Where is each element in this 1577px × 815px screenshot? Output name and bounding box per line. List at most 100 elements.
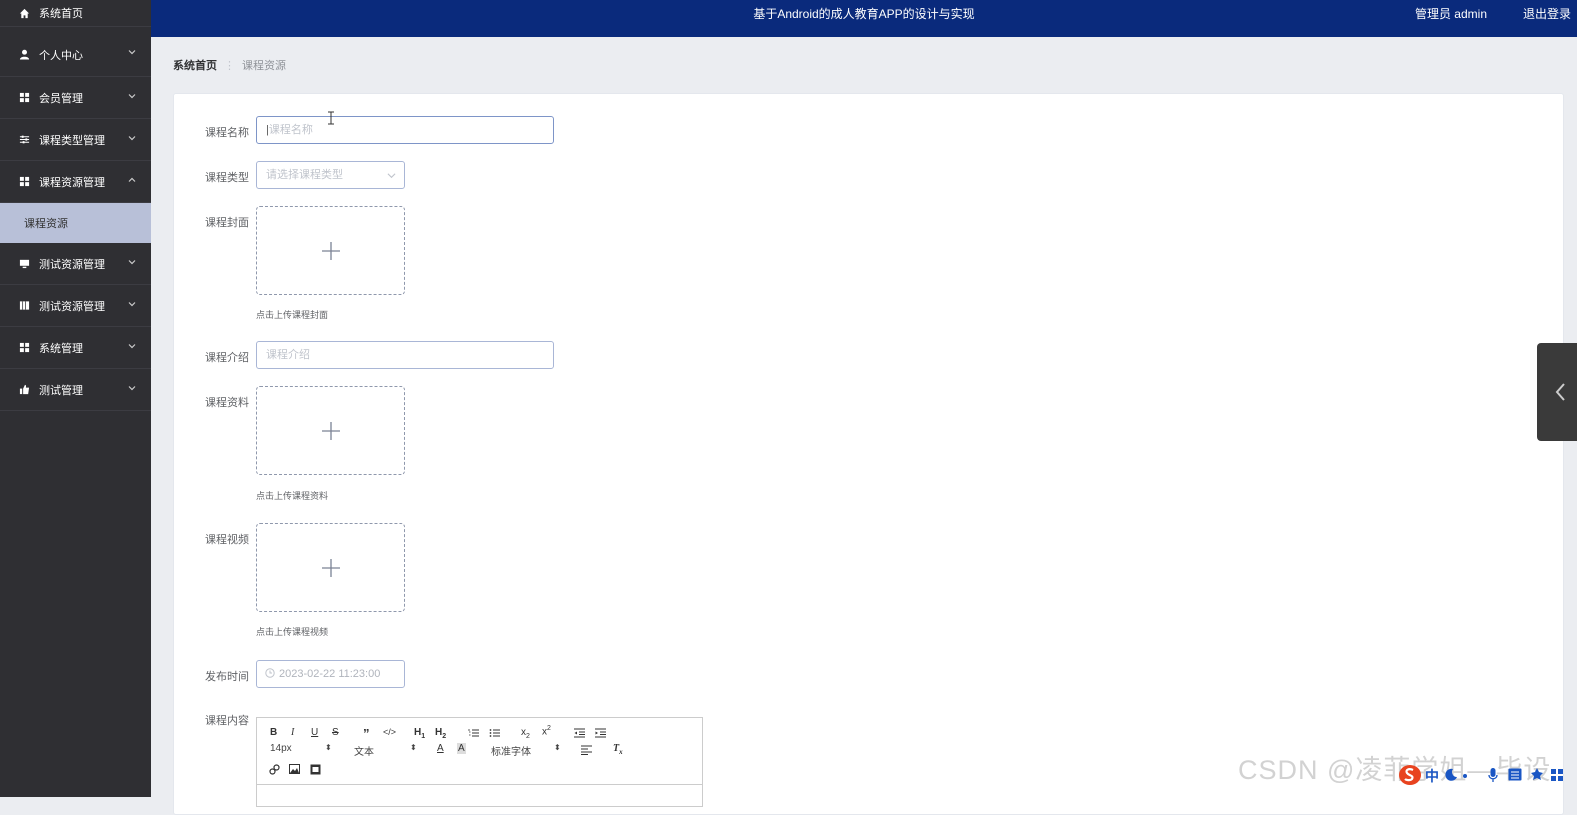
- font-color-button[interactable]: A: [437, 743, 444, 754]
- keyboard-icon[interactable]: [1508, 768, 1522, 781]
- font-family-select[interactable]: 标准字体: [491, 743, 531, 758]
- chevron-left-icon: [1555, 383, 1565, 401]
- sidebar-item-label: 测试资源管理: [39, 258, 105, 271]
- chevron-updown-icon: ⬍: [410, 743, 417, 752]
- publish-time-label: 发布时间: [205, 671, 249, 683]
- clock-icon: [265, 668, 275, 678]
- toolbox-icon[interactable]: [1550, 768, 1564, 782]
- breadcrumb-separator: ⋮: [224, 60, 235, 72]
- chevron-down-icon: [128, 260, 136, 265]
- indent-icon[interactable]: [595, 728, 606, 738]
- underline-button[interactable]: U: [311, 727, 318, 738]
- sidebar-item-label: 测试管理: [39, 384, 83, 397]
- course-name-input[interactable]: |课程名称: [256, 116, 554, 144]
- background-color-button[interactable]: A: [457, 743, 466, 754]
- breadcrumb-home[interactable]: 系统首页: [173, 60, 217, 72]
- superscript-button[interactable]: x2: [542, 725, 551, 737]
- course-intro-input[interactable]: 课程介绍: [256, 341, 554, 369]
- bullet-list-icon[interactable]: [489, 728, 500, 738]
- chevron-down-icon: [128, 136, 136, 141]
- italic-button[interactable]: I: [291, 727, 294, 738]
- sidebar-item-system[interactable]: 系统管理: [0, 327, 151, 369]
- chevron-down-icon: [128, 344, 136, 349]
- side-panel-toggle[interactable]: [1537, 343, 1577, 441]
- chevron-updown-icon: ⬍: [325, 743, 332, 752]
- sidebar-item-course-resources[interactable]: 课程资源管理: [0, 161, 151, 203]
- skin-icon[interactable]: [1530, 767, 1544, 781]
- clear-format-button[interactable]: Tx: [613, 743, 623, 756]
- course-content-label: 课程内容: [205, 715, 249, 727]
- outdent-icon[interactable]: [574, 728, 585, 738]
- course-name-placeholder: 课程名称: [268, 124, 313, 136]
- ordered-list-icon[interactable]: [468, 728, 479, 738]
- sidebar-item-home[interactable]: 系统首页: [0, 0, 151, 27]
- sidebar-item-label: 课程类型管理: [39, 134, 105, 147]
- course-video-hint: 点击上传课程视频: [256, 627, 329, 637]
- sidebar-item-test-resources[interactable]: 测试资源管理: [0, 243, 151, 285]
- strike-button[interactable]: S: [332, 727, 339, 738]
- plus-icon: [322, 559, 340, 577]
- sidebar-item-label: 系统首页: [39, 8, 83, 20]
- grid-icon: [18, 176, 30, 188]
- chevron-down-icon: [128, 94, 136, 99]
- top-bar: 基于Android的成人教育APP的设计与实现 管理员 admin 退出登录: [151, 0, 1577, 37]
- sidebar-item-course-types[interactable]: 课程类型管理: [0, 119, 151, 161]
- font-size-select[interactable]: 14px: [270, 743, 292, 754]
- sidebar-item-label: 测试资源管理: [39, 300, 105, 313]
- code-block-button[interactable]: </>: [383, 727, 396, 737]
- course-type-label: 课程类型: [205, 172, 249, 184]
- ime-mode[interactable]: 中: [1425, 766, 1439, 786]
- image-icon[interactable]: [289, 764, 300, 774]
- text-cursor-icon: [328, 111, 334, 125]
- sogou-logo-icon: [1399, 765, 1421, 785]
- header-select[interactable]: 文本: [354, 743, 374, 758]
- font-size-value: 14px: [270, 743, 292, 754]
- course-cover-upload[interactable]: [256, 206, 405, 295]
- breadcrumb: 系统首页 ⋮ 课程资源: [173, 57, 286, 73]
- video-icon[interactable]: [310, 764, 321, 775]
- blockquote-button[interactable]: ”: [363, 726, 370, 741]
- course-material-upload[interactable]: [256, 386, 405, 475]
- thumbs-up-icon: [18, 384, 30, 396]
- course-type-select[interactable]: 请选择课程类型: [256, 161, 405, 189]
- publish-time-value: 2023-02-22 11:23:00: [279, 668, 381, 680]
- sidebar: 系统首页 个人中心 会员管理 课程类型管理 课程资源管理 课程资源 测试资源管理…: [0, 0, 151, 797]
- chevron-up-icon: [128, 177, 136, 182]
- logout-button[interactable]: 退出登录: [1523, 0, 1571, 28]
- align-icon[interactable]: [581, 745, 592, 755]
- chevron-updown-icon: ⬍: [554, 743, 561, 752]
- publish-time-picker[interactable]: 2023-02-22 11:23:00: [256, 660, 405, 688]
- bold-button[interactable]: B: [270, 727, 277, 738]
- punctuation-icon[interactable]: [1462, 773, 1470, 781]
- editor-divider: [257, 784, 702, 785]
- heading-2-button[interactable]: H2: [435, 727, 446, 740]
- course-intro-placeholder: 课程介绍: [266, 349, 310, 361]
- moon-icon[interactable]: [1444, 768, 1458, 782]
- current-user: 管理员 admin: [1414, 7, 1487, 21]
- sidebar-item-label: 系统管理: [39, 342, 83, 355]
- subscript-button[interactable]: x2: [521, 727, 530, 740]
- course-video-upload[interactable]: [256, 523, 405, 612]
- sidebar-subitem-course-resource[interactable]: 课程资源: [0, 203, 151, 243]
- user-icon: [18, 49, 30, 61]
- sidebar-item-label: 课程资源管理: [39, 176, 105, 189]
- sidebar-item-tests[interactable]: 测试管理: [0, 369, 151, 411]
- course-name-label: 课程名称: [205, 127, 249, 139]
- sidebar-item-personal[interactable]: 个人中心: [0, 27, 151, 77]
- sidebar-item-members[interactable]: 会员管理: [0, 77, 151, 119]
- chevron-down-icon: [128, 302, 136, 307]
- breadcrumb-current: 课程资源: [242, 60, 286, 72]
- sliders-icon: [18, 134, 30, 146]
- course-cover-label: 课程封面: [205, 217, 249, 229]
- sidebar-item-test-resources-2[interactable]: 测试资源管理: [0, 285, 151, 327]
- header-select-value: 文本: [354, 747, 374, 758]
- heading-1-button[interactable]: H1: [414, 727, 425, 740]
- app-title: 基于Android的成人教育APP的设计与实现: [753, 7, 975, 21]
- plus-icon: [322, 422, 340, 440]
- chevron-down-icon: [387, 173, 396, 179]
- course-video-label: 课程视频: [205, 534, 249, 546]
- book-icon: [18, 300, 30, 312]
- rich-text-editor: B I U S ” </> H1 H2 x2 x2 14px ⬍ 文本 ⬍ A …: [256, 717, 703, 807]
- link-icon[interactable]: [269, 764, 280, 775]
- microphone-icon[interactable]: [1488, 767, 1498, 783]
